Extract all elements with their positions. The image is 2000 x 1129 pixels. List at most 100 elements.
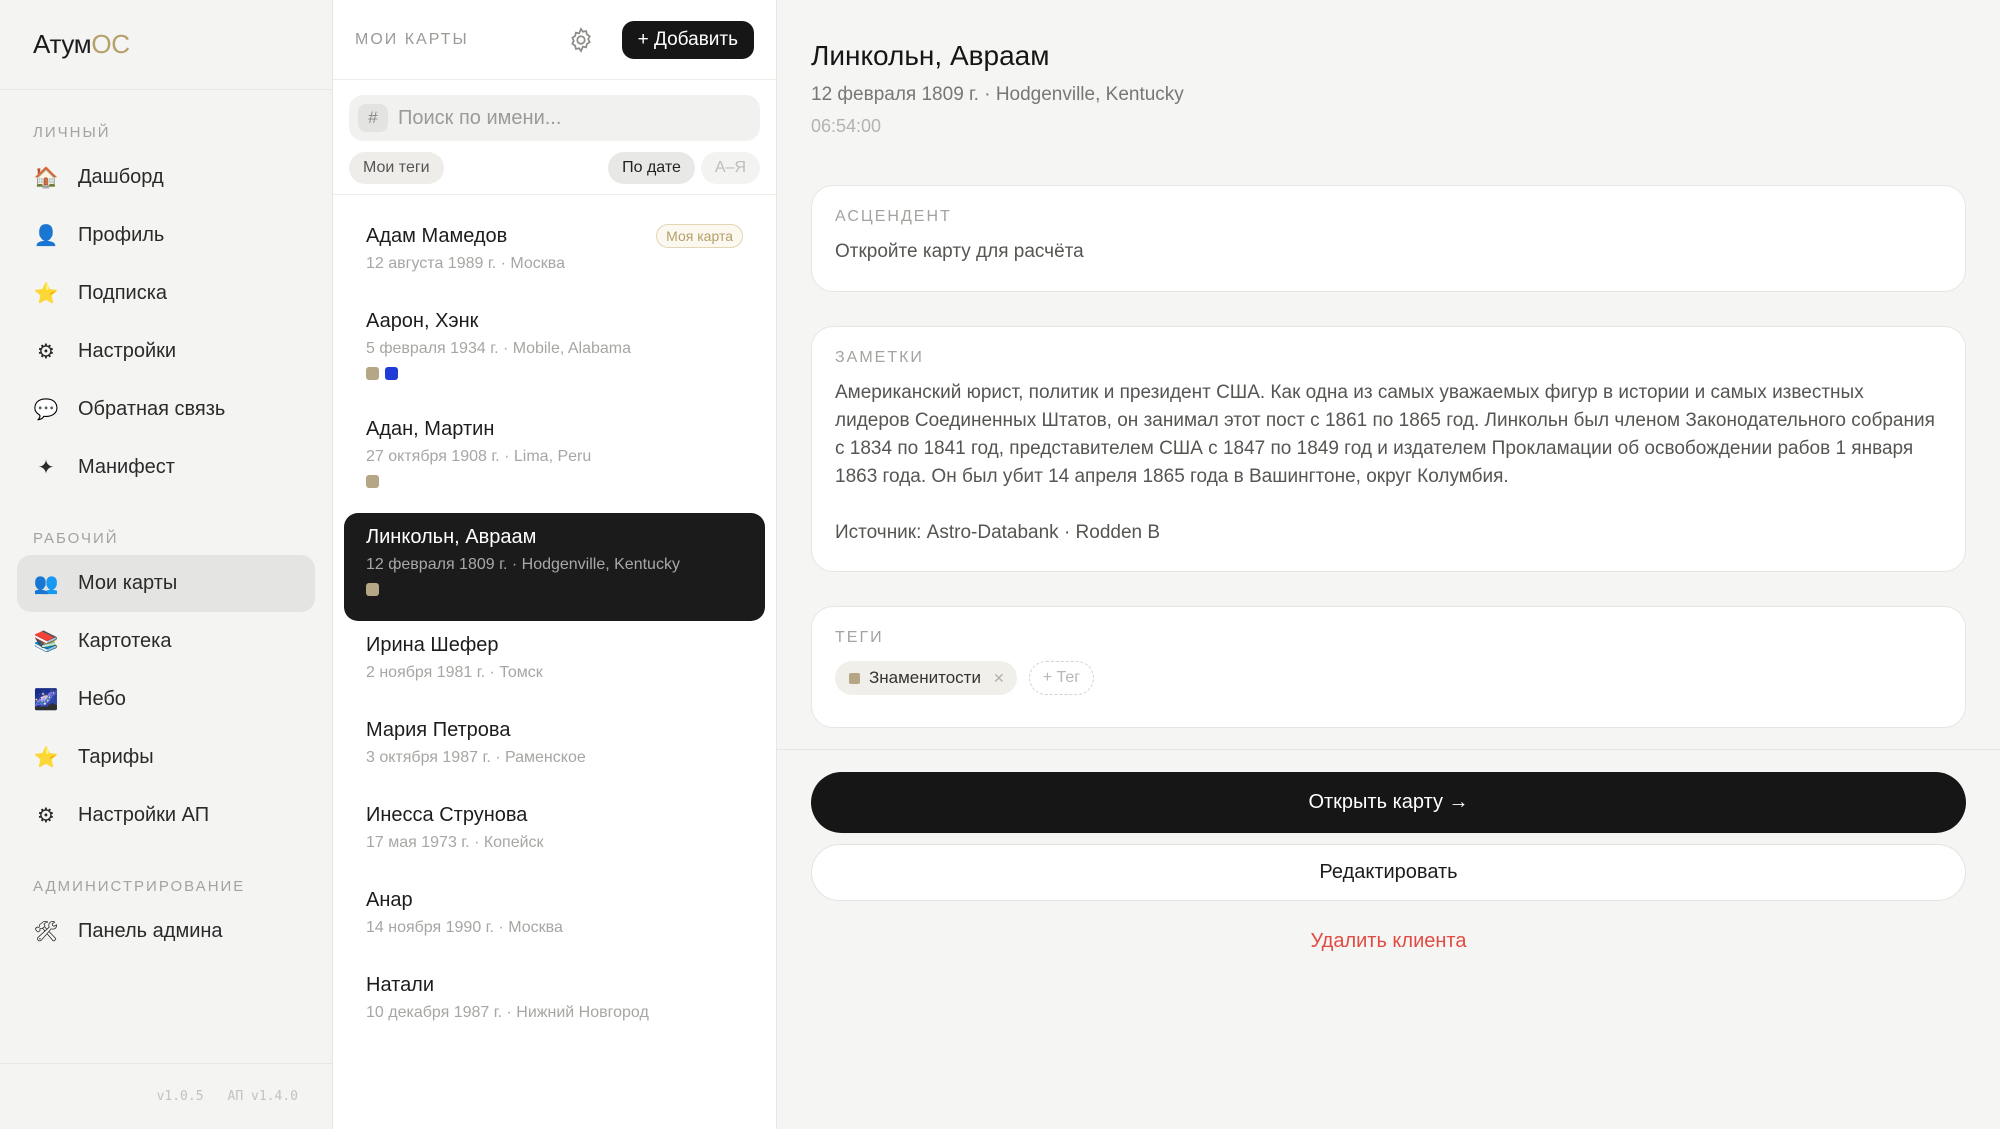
tag-chip[interactable]: Знаменитости ✕ (835, 661, 1017, 695)
tags-label: ТЕГИ (835, 629, 884, 646)
sidebar-item-label: Дашборд (78, 166, 164, 188)
detail-birth-time: 06:54:00 (811, 116, 882, 136)
card-name: Анар (366, 889, 413, 911)
sidebar-item[interactable]: 👥 Мои карты (17, 555, 315, 612)
cards-list: Адам Мамедов 12 августа 1989 г. · Москва М… (333, 212, 776, 1046)
sidebar-item-label: Подписка (78, 282, 168, 304)
card-name: Ирина Шефер (366, 634, 499, 656)
detail-birth-info: 12 февраля 1809 г. · Hodgenville, Kentuc… (811, 84, 1184, 105)
ascendant-label: АСЦЕНДЕНТ (835, 208, 952, 225)
app-root: Атум ОС ЛИЧНЫЙ 🏠 Дашборд 👤 Профиль ⭐ Подписка ⚙ Н… (0, 0, 2000, 1129)
notes-box: ЗАМЕТКИ Американский юрист, политик и пр… (811, 326, 1966, 572)
sidebar-item[interactable]: ⭐ Тарифы (17, 729, 315, 786)
close-icon[interactable]: ✕ (993, 670, 1005, 687)
card-list-item[interactable]: Натали 10 декабря 1987 г. · Нижний Новгор… (344, 961, 765, 1046)
tag-color-swatch (849, 672, 860, 684)
card-name: Инесса Струнова (366, 804, 528, 826)
card-birth-info: 10 декабря 1987 г. · Нижний Новгород (366, 1004, 649, 1021)
list-title: МОИ КАРТЫ (355, 30, 469, 48)
gear-icon: ⚙ (37, 805, 55, 827)
delete-client-link[interactable]: Удалить клиента (811, 930, 1966, 953)
sidebar-item-label: Манифест (78, 456, 175, 478)
tags-row: Знаменитости ✕ + Тег (835, 661, 1942, 695)
tag-color-swatch (366, 583, 379, 596)
sidebar-item[interactable]: 🛠 Панель админа (17, 903, 315, 960)
sidebar-item-label: Тарифы (78, 746, 154, 768)
house-icon: 🏠 (33, 167, 59, 189)
tag-color-swatch (366, 475, 379, 488)
sidebar-item-label: Небо (78, 688, 126, 710)
night-sky-icon: 🌌 (33, 689, 59, 711)
card-tags (366, 475, 743, 488)
people-icon: 👥 (33, 573, 59, 595)
sidebar: Атум ОС ЛИЧНЫЙ 🏠 Дашборд 👤 Профиль ⭐ Подписка ⚙ Н… (0, 0, 333, 1129)
sidebar-item-label: Обратная связь (78, 398, 226, 420)
card-birth-info: 14 ноября 1990 г. · Москва (366, 919, 563, 936)
my-tags-filter[interactable]: Мои теги (349, 152, 444, 184)
card-list-item[interactable]: Линкольн, Авраам 12 февраля 1809 г. · Hod… (344, 513, 765, 621)
detail-actions: Открыть карту → Редактировать Удалить кл… (811, 772, 1966, 953)
card-birth-info: 3 октября 1987 г. · Раменское (366, 749, 586, 766)
card-name: Адан, Мартин (366, 418, 495, 440)
card-list-item[interactable]: Инесса Струнова 17 мая 1973 г. · Копейск (344, 791, 765, 876)
sidebar-section-label: РАБОЧИЙ (33, 530, 119, 547)
sidebar-nav: ЛИЧНЫЙ 🏠 Дашборд 👤 Профиль ⭐ Подписка ⚙ Настройк… (0, 124, 332, 960)
logo[interactable]: Атум ОС (0, 0, 332, 90)
card-list-item[interactable]: Адан, Мартин 27 октября 1908 г. · Lima, P… (344, 405, 765, 513)
gear-icon[interactable] (565, 24, 597, 56)
card-name: Линкольн, Авраам (366, 526, 537, 548)
divider (333, 194, 776, 195)
card-name: Мария Петрова (366, 719, 511, 741)
sidebar-item-label: Картотека (78, 630, 172, 652)
sidebar-item-label: Настройки АП (78, 804, 210, 826)
sidebar-item[interactable]: 🏠 Дашборд (17, 149, 315, 206)
card-list-item[interactable]: Мария Петрова 3 октября 1987 г. · Раменск… (344, 706, 765, 791)
tags-box: ТЕГИ Знаменитости ✕ + Тег (811, 606, 1966, 728)
card-birth-info: 12 февраля 1809 г. · Hodgenville, Kentuc… (366, 556, 680, 573)
add-card-button[interactable]: + Добавить (621, 20, 754, 59)
sort-alphabetical-button[interactable]: А–Я (700, 152, 760, 184)
open-chart-button[interactable]: Открыть карту → (811, 772, 1966, 833)
card-tags (366, 583, 743, 596)
books-icon: 📚 (33, 631, 59, 653)
notes-label: ЗАМЕТКИ (835, 349, 924, 366)
notes-text: Американский юрист, политик и президент … (835, 382, 1935, 487)
sort-by-date-button[interactable]: По дате (608, 152, 695, 184)
sidebar-item[interactable]: 👤 Профиль (17, 207, 315, 264)
card-list-item[interactable]: Аарон, Хэнк 5 февраля 1934 г. · Mobile, A… (344, 297, 765, 405)
sidebar-item-label: Настройки (78, 340, 177, 362)
edit-button[interactable]: Редактировать (811, 844, 1966, 901)
sidebar-item[interactable]: ⚙ Настройки АП (17, 787, 315, 844)
version-footer: v1.0.5 АП v1.4.0 (0, 1063, 332, 1129)
card-name: Аарон, Хэнк (366, 310, 479, 332)
cards-list-panel: МОИ КАРТЫ + Добавить # Мои теги По дате … (333, 0, 777, 1129)
gear-icon: ⚙ (37, 341, 55, 363)
sidebar-item[interactable]: ⚙ Настройки (17, 323, 315, 380)
sidebar-item[interactable]: ⭐ Подписка (17, 265, 315, 322)
card-list-item[interactable]: Ирина Шефер 2 ноября 1981 г. · Томск (344, 621, 765, 706)
card-detail: Линкольн, Авраам 12 февраля 1809 г. · Ho… (777, 0, 2000, 1129)
ascendant-text: Откройте карту для расчёта (835, 241, 1084, 262)
list-header: МОИ КАРТЫ + Добавить (333, 0, 776, 80)
card-birth-info: 2 ноября 1981 г. · Томск (366, 664, 543, 681)
divider (777, 749, 2000, 750)
card-list-item[interactable]: Адам Мамедов 12 августа 1989 г. · Москва М… (344, 212, 765, 297)
detail-name: Линкольн, Авраам (811, 40, 1050, 71)
sidebar-item[interactable]: 🌌 Небо (17, 671, 315, 728)
my-card-badge: Моя карта (656, 224, 743, 248)
sidebar-item[interactable]: ✦ Манифест (17, 439, 315, 496)
card-birth-info: 5 февраля 1934 г. · Mobile, Alabama (366, 340, 632, 357)
sidebar-item[interactable]: 📚 Картотека (17, 613, 315, 670)
add-tag-button[interactable]: + Тег (1028, 661, 1095, 695)
search-input[interactable] (398, 106, 738, 130)
card-birth-info: 27 октября 1908 г. · Lima, Peru (366, 448, 592, 465)
person-icon: 👤 (33, 225, 59, 247)
sparkle-icon: ✦ (37, 457, 55, 479)
app-version: v1.0.5 (156, 1089, 204, 1104)
card-list-item[interactable]: Анар 14 ноября 1990 г. · Москва (344, 876, 765, 961)
sidebar-item[interactable]: 💬 Обратная связь (17, 381, 315, 438)
star-icon: ⭐ (33, 283, 59, 305)
sidebar-item-label: Мои карты (78, 572, 178, 594)
notes-source: Источник: Astro-Databank · Rodden B (835, 522, 1161, 543)
sidebar-section-label: ЛИЧНЫЙ (33, 124, 111, 141)
